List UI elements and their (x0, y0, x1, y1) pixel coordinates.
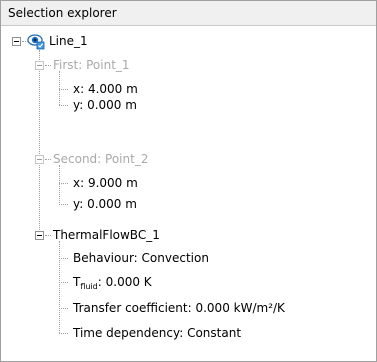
thermal-tfluid-value: Tfluid: 0.000 K (73, 275, 152, 291)
selection-explorer-panel: Selection explorer Line_1 First: Point_1… (0, 0, 377, 362)
second-point-x-value: x: 9.000 m (73, 176, 138, 190)
thermal-behaviour-value: Behaviour: Convection (73, 251, 209, 265)
first-point-y-value: y: 0.000 m (73, 98, 137, 112)
thermal-time-dependency-value: Time dependency: Constant (73, 326, 242, 340)
tree-node-first-point[interactable]: First: Point_1 (53, 56, 130, 74)
collapse-line-1-toggle[interactable] (12, 37, 21, 46)
collapse-second-point-toggle[interactable] (35, 155, 44, 164)
collapse-first-point-toggle[interactable] (35, 61, 44, 70)
selection-tree[interactable]: Line_1 First: Point_1 x: 4.000 m y: 0.00… (1, 26, 376, 361)
second-point-y-value: y: 0.000 m (73, 197, 137, 211)
tree-node-thermal-flow-bc[interactable]: ThermalFlowBC_1 (53, 226, 160, 244)
tree-node-line-1[interactable]: Line_1 (49, 32, 88, 50)
eye-visibility-icon[interactable] (27, 32, 45, 50)
collapse-thermal-flow-toggle[interactable] (35, 231, 44, 240)
tree-node-second-point[interactable]: Second: Point_2 (53, 150, 148, 168)
thermal-transfer-coefficient-value: Transfer coefficient: 0.000 kW/m²/K (73, 301, 285, 315)
panel-title: Selection explorer (1, 1, 376, 26)
